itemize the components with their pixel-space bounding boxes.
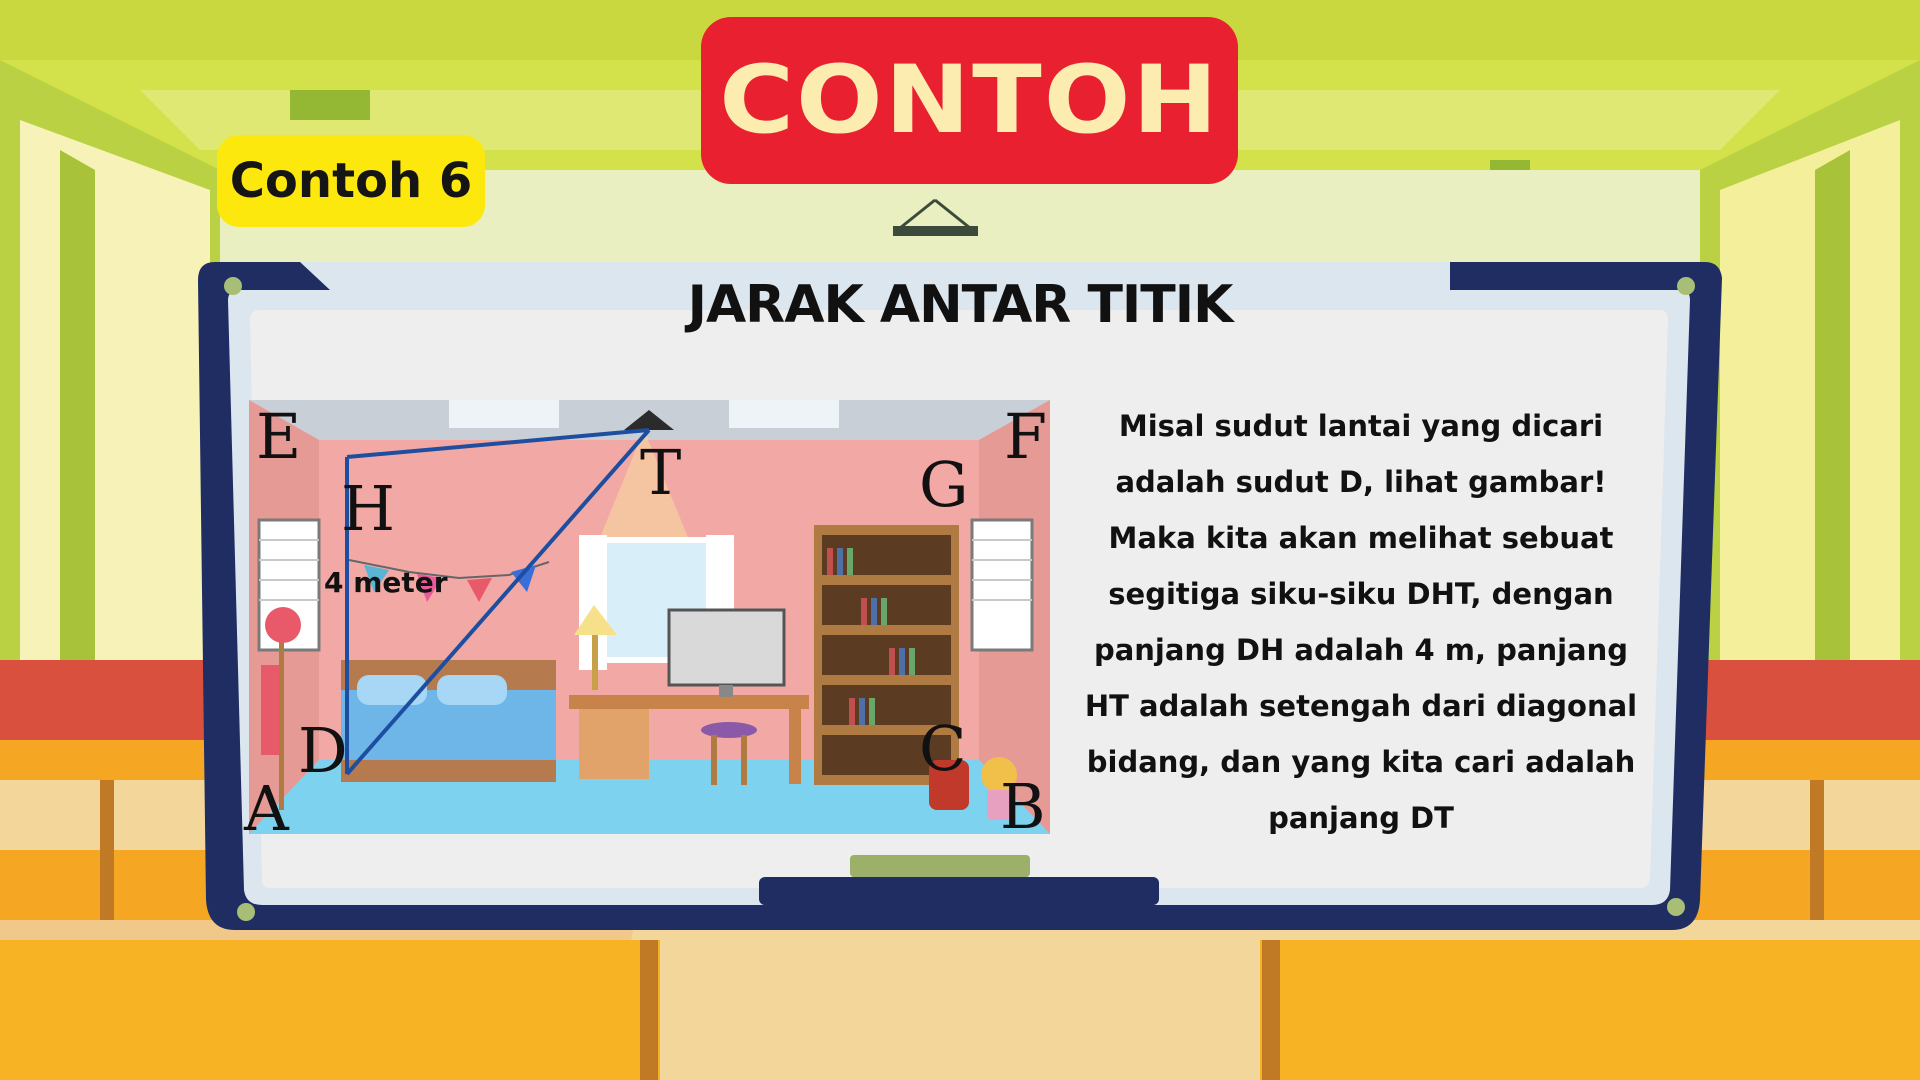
board-title: JARAK ANTAR TITIK [687, 275, 1234, 335]
label-t: T [640, 436, 682, 509]
label-f: F [1004, 400, 1048, 473]
header-banner: CONTOH [701, 17, 1238, 184]
label-a: A [244, 772, 289, 845]
measure-label: 4 meter [324, 566, 448, 599]
label-b: B [1000, 770, 1046, 843]
label-h: H [341, 472, 396, 545]
example-tag-label: Contoh 6 [229, 153, 473, 209]
label-d: D [298, 714, 348, 787]
label-e: E [256, 400, 302, 473]
label-g: G [919, 448, 969, 521]
example-tag: Contoh 6 [217, 135, 485, 227]
explanation-text: Misal sudut lantai yang dicari adalah su… [1084, 409, 1638, 835]
header-title: CONTOH [719, 45, 1220, 156]
label-c: C [919, 712, 967, 785]
